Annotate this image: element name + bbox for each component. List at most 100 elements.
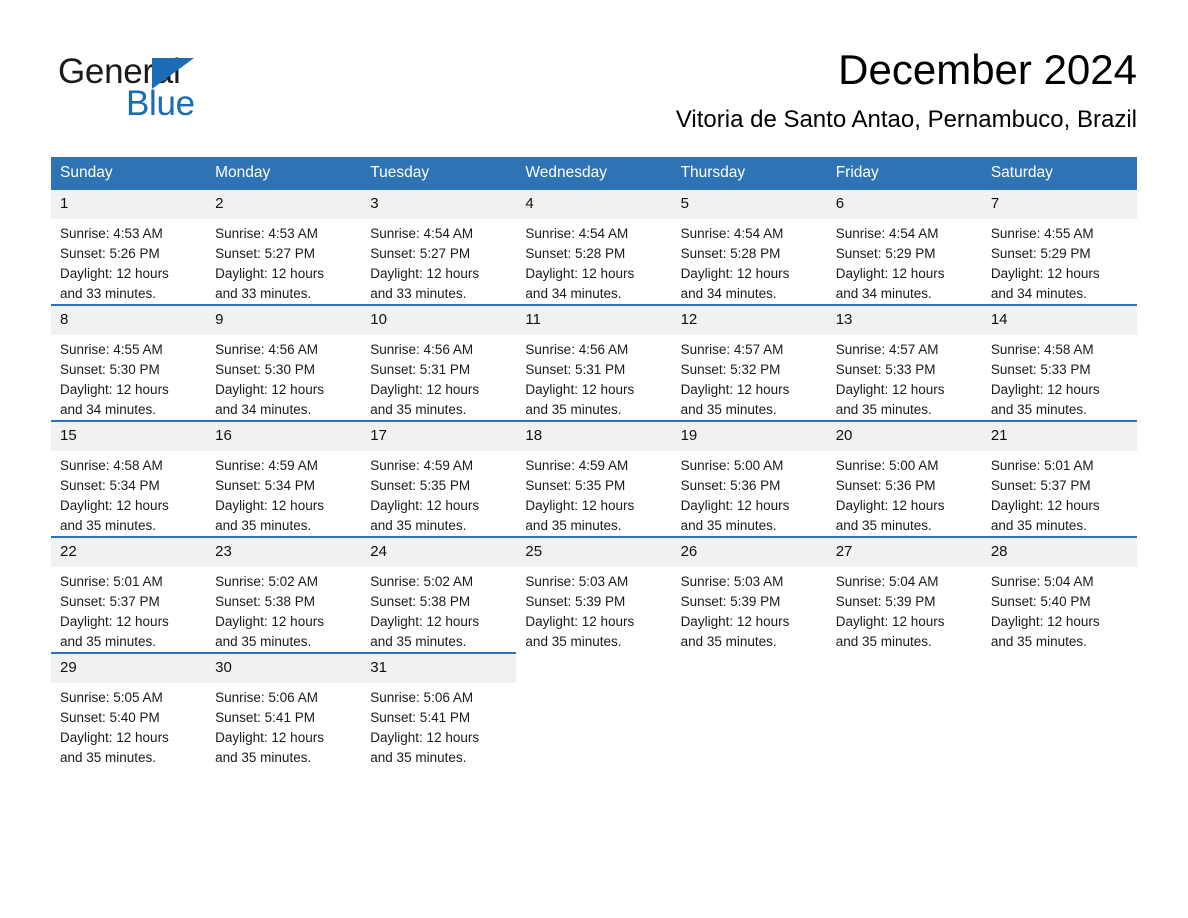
sunset-text: Sunset: 5:36 PM [835, 478, 936, 493]
daylight-text-line2: and 35 minutes. [990, 402, 1087, 417]
day-details: Sunrise: 5:00 AM Sunset: 5:36 PM Daylight:… [827, 451, 982, 536]
day-details: Sunrise: 5:04 AM Sunset: 5:39 PM Daylight:… [827, 567, 982, 652]
day-number: 16 [206, 422, 362, 451]
calendar-day-cell[interactable]: 16 Sunrise: 4:59 AM Sunset: 5:34 PM Dayligh… [206, 420, 362, 537]
calendar-day-cell[interactable]: 17 Sunrise: 4:59 AM Sunset: 5:35 PM Dayligh… [361, 420, 517, 537]
day-details: Sunrise: 5:04 AM Sunset: 5:40 PM Daylight:… [982, 567, 1137, 652]
day-details: Sunrise: 4:54 AM Sunset: 5:28 PM Daylight:… [516, 219, 671, 304]
daylight-text-line2: and 34 minutes. [215, 402, 312, 417]
daylight-text-line2: and 35 minutes. [680, 634, 777, 649]
calendar-day-cell[interactable]: 26 Sunrise: 5:03 AM Sunset: 5:39 PM Dayligh… [671, 536, 827, 653]
logo-text-blue: Blue [126, 84, 195, 123]
calendar-day-cell[interactable]: 13 Sunrise: 4:57 AM Sunset: 5:33 PM Dayligh… [826, 304, 982, 421]
sunset-text: Sunset: 5:37 PM [60, 594, 160, 609]
day-number: 25 [516, 538, 672, 567]
calendar-day-cell[interactable]: 22 Sunrise: 5:01 AM Sunset: 5:37 PM Dayligh… [51, 536, 207, 653]
day-details: Sunrise: 5:02 AM Sunset: 5:38 PM Daylight:… [361, 567, 516, 652]
weekday-header-wednesday: Wednesday [516, 157, 672, 190]
sunrise-text: Sunrise: 4:54 AM [525, 226, 629, 241]
calendar-day-cell[interactable]: 7 Sunrise: 4:55 AM Sunset: 5:29 PM Daylight… [981, 190, 1137, 305]
calendar-day-cell[interactable]: 3 Sunrise: 4:54 AM Sunset: 5:27 PM Daylight… [361, 190, 517, 305]
daylight-text-line1: Daylight: 12 hours [525, 266, 635, 281]
calendar-day-cell[interactable]: 14 Sunrise: 4:58 AM Sunset: 5:33 PM Dayligh… [981, 304, 1137, 421]
calendar-day-cell[interactable]: 4 Sunrise: 4:54 AM Sunset: 5:28 PM Daylight… [516, 190, 672, 305]
day-details: Sunrise: 5:00 AM Sunset: 5:36 PM Daylight:… [672, 451, 827, 536]
weekday-header-friday: Friday [826, 157, 982, 190]
day-details: Sunrise: 4:56 AM Sunset: 5:30 PM Daylight:… [206, 335, 361, 420]
daylight-text-line1: Daylight: 12 hours [215, 266, 324, 281]
sunset-text: Sunset: 5:34 PM [215, 478, 315, 493]
calendar-day-cell[interactable]: 20 Sunrise: 5:00 AM Sunset: 5:36 PM Dayligh… [826, 420, 982, 537]
calendar-day-cell[interactable]: 1 Sunrise: 4:53 AM Sunset: 5:26 PM Daylight… [51, 190, 207, 305]
sunset-text: Sunset: 5:39 PM [835, 594, 936, 609]
calendar-week-row: 15 Sunrise: 4:58 AM Sunset: 5:34 PM Dayligh… [51, 420, 1137, 537]
calendar-day-cell[interactable]: 28 Sunrise: 5:04 AM Sunset: 5:40 PM Dayligh… [981, 536, 1137, 653]
calendar-day-cell[interactable]: 23 Sunrise: 5:02 AM Sunset: 5:38 PM Dayligh… [206, 536, 362, 653]
daylight-text-line1: Daylight: 12 hours [680, 498, 790, 513]
daylight-text-line2: and 35 minutes. [60, 750, 157, 765]
calendar-day-cell[interactable]: 27 Sunrise: 5:04 AM Sunset: 5:39 PM Dayligh… [826, 536, 982, 653]
calendar-day-cell[interactable]: 29 Sunrise: 5:05 AM Sunset: 5:40 PM Dayligh… [51, 652, 207, 768]
sunset-text: Sunset: 5:40 PM [60, 710, 160, 725]
daylight-text-line1: Daylight: 12 hours [680, 614, 790, 629]
page-title: December 2024 [838, 46, 1137, 93]
daylight-text-line2: and 34 minutes. [680, 286, 777, 301]
sunset-text: Sunset: 5:28 PM [525, 246, 626, 261]
day-details: Sunrise: 5:01 AM Sunset: 5:37 PM Daylight:… [982, 451, 1137, 536]
daylight-text-line2: and 35 minutes. [525, 402, 622, 417]
daylight-text-line2: and 33 minutes. [215, 286, 312, 301]
day-number [516, 653, 671, 682]
calendar-day-cell[interactable]: 31 Sunrise: 5:06 AM Sunset: 5:41 PM Dayligh… [361, 652, 517, 768]
calendar-day-cell[interactable]: 8 Sunrise: 4:55 AM Sunset: 5:30 PM Daylight… [51, 304, 207, 421]
calendar-day-cell[interactable]: 5 Sunrise: 4:54 AM Sunset: 5:28 PM Daylight… [671, 190, 827, 305]
calendar-day-cell[interactable]: 21 Sunrise: 5:01 AM Sunset: 5:37 PM Dayligh… [981, 420, 1137, 537]
weekday-header-thursday: Thursday [671, 157, 827, 190]
day-details: Sunrise: 5:02 AM Sunset: 5:38 PM Daylight:… [206, 567, 361, 652]
sunrise-text: Sunrise: 5:00 AM [835, 458, 939, 473]
day-details: Sunrise: 4:55 AM Sunset: 5:30 PM Daylight:… [51, 335, 206, 420]
daylight-text-line1: Daylight: 12 hours [835, 382, 945, 397]
calendar-day-cell[interactable]: 11 Sunrise: 4:56 AM Sunset: 5:31 PM Dayligh… [516, 304, 672, 421]
calendar-week-row: 29 Sunrise: 5:05 AM Sunset: 5:40 PM Dayligh… [51, 652, 1137, 768]
sunset-text: Sunset: 5:26 PM [60, 246, 160, 261]
sunset-text: Sunset: 5:36 PM [680, 478, 781, 493]
calendar-day-cell[interactable]: 24 Sunrise: 5:02 AM Sunset: 5:38 PM Dayligh… [361, 536, 517, 653]
day-details: Sunrise: 4:53 AM Sunset: 5:26 PM Daylight:… [51, 219, 206, 304]
sunset-text: Sunset: 5:34 PM [60, 478, 160, 493]
calendar-day-cell[interactable]: 25 Sunrise: 5:03 AM Sunset: 5:39 PM Dayligh… [516, 536, 672, 653]
daylight-text-line1: Daylight: 12 hours [370, 382, 480, 397]
daylight-text-line2: and 35 minutes. [215, 750, 312, 765]
daylight-text-line1: Daylight: 12 hours [990, 498, 1100, 513]
day-details: Sunrise: 4:58 AM Sunset: 5:33 PM Daylight:… [982, 335, 1137, 420]
day-details: Sunrise: 4:59 AM Sunset: 5:35 PM Daylight:… [516, 451, 671, 536]
sunrise-text: Sunrise: 4:57 AM [835, 342, 939, 357]
day-number: 14 [981, 306, 1137, 335]
generalblue-logo[interactable]: General Blue [51, 52, 311, 132]
daylight-text-line2: and 35 minutes. [680, 402, 777, 417]
calendar-day-cell[interactable]: 6 Sunrise: 4:54 AM Sunset: 5:29 PM Daylight… [826, 190, 982, 305]
page-subtitle: Vitoria de Santo Antao, Pernambuco, Braz… [675, 106, 1137, 133]
calendar-day-cell[interactable]: 10 Sunrise: 4:56 AM Sunset: 5:31 PM Dayligh… [361, 304, 517, 421]
sunset-text: Sunset: 5:32 PM [680, 362, 781, 377]
calendar-day-cell[interactable]: 9 Sunrise: 4:56 AM Sunset: 5:30 PM Daylight… [206, 304, 362, 421]
day-number: 11 [516, 306, 672, 335]
daylight-text-line2: and 35 minutes. [990, 518, 1087, 533]
daylight-text-line1: Daylight: 12 hours [370, 266, 480, 281]
calendar-day-cell[interactable]: 18 Sunrise: 4:59 AM Sunset: 5:35 PM Dayligh… [516, 420, 672, 537]
calendar-day-cell[interactable]: 12 Sunrise: 4:57 AM Sunset: 5:32 PM Dayligh… [671, 304, 827, 421]
calendar-day-cell[interactable]: 30 Sunrise: 5:06 AM Sunset: 5:41 PM Dayligh… [206, 652, 362, 768]
daylight-text-line1: Daylight: 12 hours [990, 614, 1100, 629]
day-number: 30 [206, 654, 362, 683]
calendar-day-cell[interactable]: 15 Sunrise: 4:58 AM Sunset: 5:34 PM Dayligh… [51, 420, 207, 537]
calendar-day-cell[interactable]: 2 Sunrise: 4:53 AM Sunset: 5:27 PM Daylight… [206, 190, 362, 305]
day-number: 8 [51, 306, 207, 335]
daylight-text-line1: Daylight: 12 hours [680, 382, 790, 397]
sunrise-text: Sunrise: 4:54 AM [370, 226, 474, 241]
weekday-header-monday: Monday [206, 157, 362, 190]
sunrise-text: Sunrise: 4:55 AM [990, 226, 1094, 241]
day-details: Sunrise: 4:56 AM Sunset: 5:31 PM Daylight:… [516, 335, 671, 420]
daylight-text-line1: Daylight: 12 hours [60, 382, 169, 397]
day-details: Sunrise: 4:54 AM Sunset: 5:27 PM Daylight:… [361, 219, 516, 304]
calendar-day-cell[interactable]: 19 Sunrise: 5:00 AM Sunset: 5:36 PM Dayligh… [671, 420, 827, 537]
sunrise-text: Sunrise: 4:57 AM [680, 342, 784, 357]
